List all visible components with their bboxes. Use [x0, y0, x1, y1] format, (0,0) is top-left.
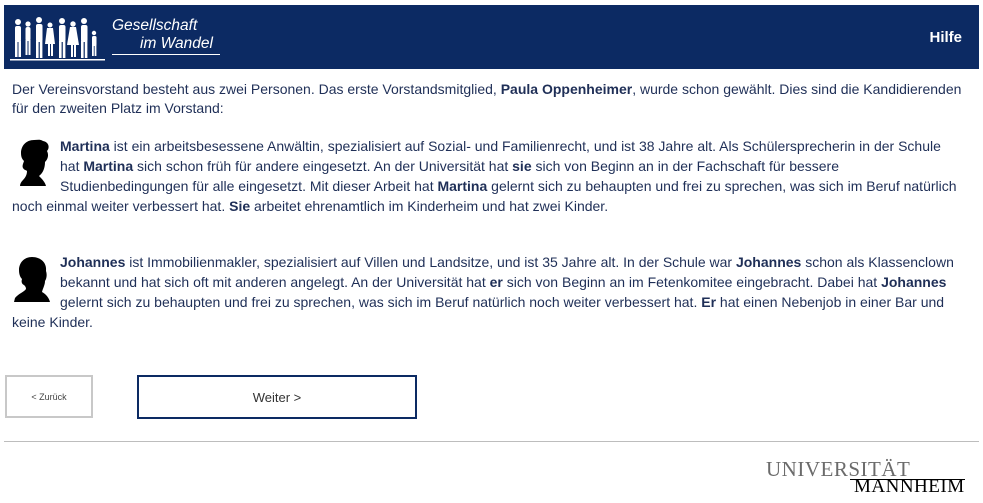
c2-text-2: ist Immobilienmakler, spezialisiert auf …	[125, 254, 736, 270]
c2-text-8: gelernt sich zu behaupten und frei zu sp…	[60, 294, 702, 310]
university-logo: UNIVERSITÄT MANNHEIM	[766, 457, 966, 497]
male-silhouette-icon	[14, 257, 50, 302]
c2-text-7: Johannes	[881, 274, 947, 290]
c1-text-3: Martina	[83, 158, 134, 174]
header-bar: Gesellschaft im Wandel Hilfe	[4, 5, 979, 69]
c1-text-9: Sie	[229, 198, 251, 214]
intro-name: Paula Oppenheimer	[500, 81, 633, 97]
c2-text-3: Johannes	[735, 254, 802, 270]
footer-divider	[4, 441, 979, 442]
c1-text-4: sich schon früh für andere eingesetzt. A…	[133, 158, 513, 174]
c2-text-1: Johannes	[60, 254, 126, 270]
back-button[interactable]: < Zurück	[5, 375, 93, 418]
c2-text-5: er	[489, 274, 503, 290]
logo-line-2: im Wandel	[140, 35, 213, 52]
c2-text-9: Er	[701, 294, 717, 310]
logo-text: Gesellschaft im Wandel	[112, 17, 213, 53]
c2-text-6: sich von Beginn an im Fetenkomitee einge…	[502, 274, 882, 290]
people-silhouettes-logo-icon	[10, 17, 105, 61]
female-silhouette-icon	[20, 139, 49, 186]
c1-text-10: arbeitet ehrenamtlich im Kinderheim und …	[250, 198, 609, 214]
c1-text-5: sie	[512, 158, 532, 174]
logo-underline	[112, 54, 220, 55]
candidate-martina: Martina ist ein arbeitsbesessene Anwälti…	[12, 136, 962, 216]
c1-text-7: Martina	[437, 178, 488, 194]
intro-text: Der Vereinsvorstand besteht aus zwei Per…	[12, 80, 962, 118]
logo-line-1: Gesellschaft	[112, 17, 198, 34]
c1-text-1: Martina	[60, 138, 110, 154]
university-logo-line-2: MANNHEIM	[854, 476, 965, 497]
intro-part-1: Der Vereinsvorstand besteht aus zwei Per…	[12, 81, 501, 97]
help-link[interactable]: Hilfe	[929, 29, 962, 46]
next-button[interactable]: Weiter >	[137, 375, 417, 419]
candidate-johannes: Johannes ist Immobilienmakler, spezialis…	[12, 252, 962, 332]
